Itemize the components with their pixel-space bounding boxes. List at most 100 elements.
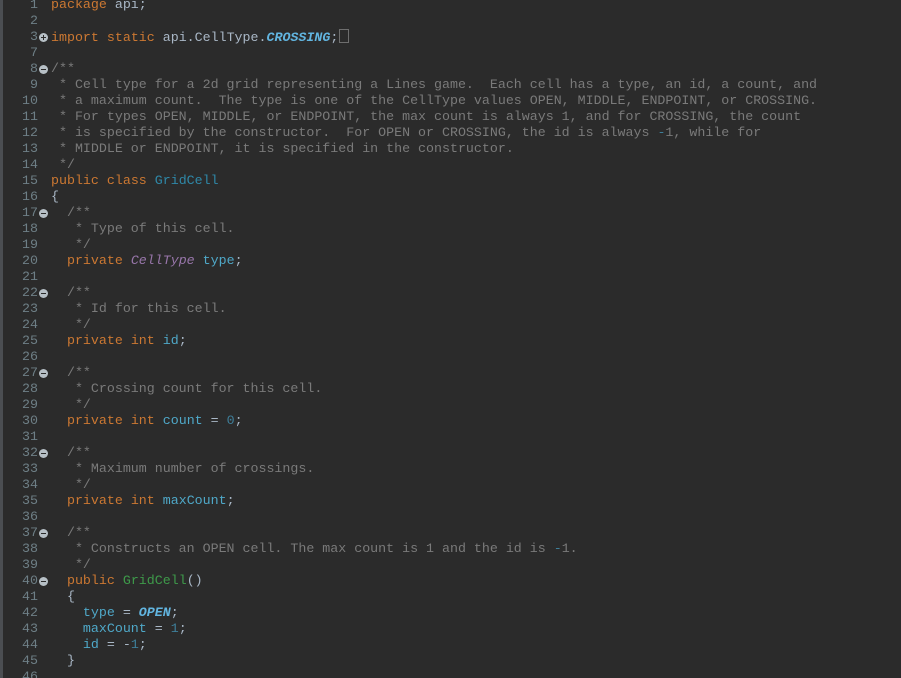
fold-collapse-icon[interactable] [39,529,48,538]
code-line[interactable]: 34 */ [0,477,901,493]
fold-collapse-icon[interactable] [39,65,48,74]
code-line[interactable]: 7 [0,45,901,61]
line-number: 26 [22,349,38,364]
line-number: 13 [22,141,38,156]
code-line[interactable]: 26 [0,349,901,365]
line-number: 46 [22,669,38,678]
code-token: package [51,0,107,12]
code-text: /** [51,205,91,221]
code-line[interactable]: 41 { [0,589,901,605]
fold-collapse-icon[interactable] [39,209,48,218]
code-line[interactable]: 40 public GridCell() [0,573,901,589]
code-line[interactable]: 10 * a maximum count. The type is one of… [0,93,901,109]
fold-collapse-icon[interactable] [39,577,48,586]
code-token: /** [51,445,91,460]
code-token: private [66,413,123,428]
code-line[interactable]: 15 public class GridCell [0,173,901,189]
code-line[interactable]: 32 /** [0,445,901,461]
code-line[interactable]: 38 * Constructs an OPEN cell. The max co… [0,541,901,557]
code-line[interactable]: 31 [0,429,901,445]
code-token: 0 [226,413,235,428]
code-text: /** [51,61,75,77]
code-token: /** [51,61,75,76]
code-text: } [51,653,75,669]
code-editor[interactable]: 1 package api; 2 3 import static api.CellTyp… [0,0,901,678]
code-line[interactable]: 11 * For types OPEN, MIDDLE, or ENDPOINT… [0,109,901,125]
code-text: * Cell type for a 2d grid representing a… [51,77,817,93]
code-token: count [162,413,203,428]
fold-collapse-icon[interactable] [39,289,48,298]
code-line[interactable]: 12 * is specified by the constructor. Fo… [0,125,901,141]
code-token: id [82,637,99,652]
code-text: * is specified by the constructor. For O… [51,125,761,141]
code-line[interactable]: 43 maxCount = 1; [0,621,901,637]
code-token: public [66,573,115,588]
code-text: private CellType type; [51,253,243,269]
code-line[interactable]: 35 private int maxCount; [0,493,901,509]
code-text: /** [51,365,91,381]
code-line[interactable]: 13 * MIDDLE or ENDPOINT, it is specified… [0,141,901,157]
code-line[interactable]: 25 private int id; [0,333,901,349]
code-token: private [66,493,123,508]
code-text: */ [51,317,91,333]
code-line[interactable]: 42 type = OPEN; [0,605,901,621]
collapsed-imports-marker[interactable] [339,29,350,43]
code-token: OPEN [138,605,171,620]
code-line[interactable]: 29 */ [0,397,901,413]
fold-collapse-icon[interactable] [39,449,48,458]
code-line[interactable]: 39 */ [0,557,901,573]
code-token: { [51,189,59,204]
line-number: 39 [22,557,38,572]
code-token: */ [51,557,91,572]
code-text: /** [51,285,91,301]
code-line[interactable]: 22 /** [0,285,901,301]
code-line[interactable]: 2 [0,13,901,29]
line-number: 42 [22,605,38,620]
line-number: 30 [22,413,38,428]
code-line[interactable]: 17 /** [0,205,901,221]
code-line[interactable]: 44 id = -1; [0,637,901,653]
code-line[interactable]: 30 private int count = 0; [0,413,901,429]
code-line[interactable]: 37 /** [0,525,901,541]
code-text: public GridCell() [51,573,203,589]
line-number: 24 [22,317,38,332]
code-token: = - [98,637,131,652]
fold-expand-icon[interactable] [39,33,48,42]
code-line[interactable]: 19 */ [0,237,901,253]
code-line[interactable]: 36 [0,509,901,525]
code-token: * Id for this cell. [51,301,227,316]
code-line[interactable]: 28 * Crossing count for this cell. [0,381,901,397]
code-line[interactable]: 9 * Cell type for a 2d grid representing… [0,77,901,93]
code-token: * MIDDLE or ENDPOINT, it is specified in… [51,141,514,156]
line-number: 28 [22,381,38,396]
code-text: */ [51,157,75,173]
code-line[interactable]: 16 { [0,189,901,205]
code-line[interactable]: 3 import static api.CellType.CROSSING; [0,29,901,45]
code-line[interactable]: 33 * Maximum number of crossings. [0,461,901,477]
code-text: private int id; [51,333,187,349]
code-line[interactable]: 21 [0,269,901,285]
code-line[interactable]: 24 */ [0,317,901,333]
code-text: * Type of this cell. [51,221,235,237]
code-line[interactable]: 46 [0,669,901,678]
code-token: type [202,253,235,268]
code-line[interactable]: 8 /** [0,61,901,77]
code-text: * MIDDLE or ENDPOINT, it is specified in… [51,141,514,157]
code-line[interactable]: 14 */ [0,157,901,173]
code-line[interactable]: 23 * Id for this cell. [0,301,901,317]
code-line[interactable]: 27 /** [0,365,901,381]
line-number: 38 [22,541,38,556]
code-line[interactable]: 1 package api; [0,0,901,13]
code-line[interactable]: 45 } [0,653,901,669]
line-number: 3 [30,29,38,44]
fold-collapse-icon[interactable] [39,369,48,378]
line-number: 36 [22,509,38,524]
line-number: 19 [22,237,38,252]
code-line[interactable]: 20 private CellType type; [0,253,901,269]
code-line[interactable]: 18 * Type of this cell. [0,221,901,237]
